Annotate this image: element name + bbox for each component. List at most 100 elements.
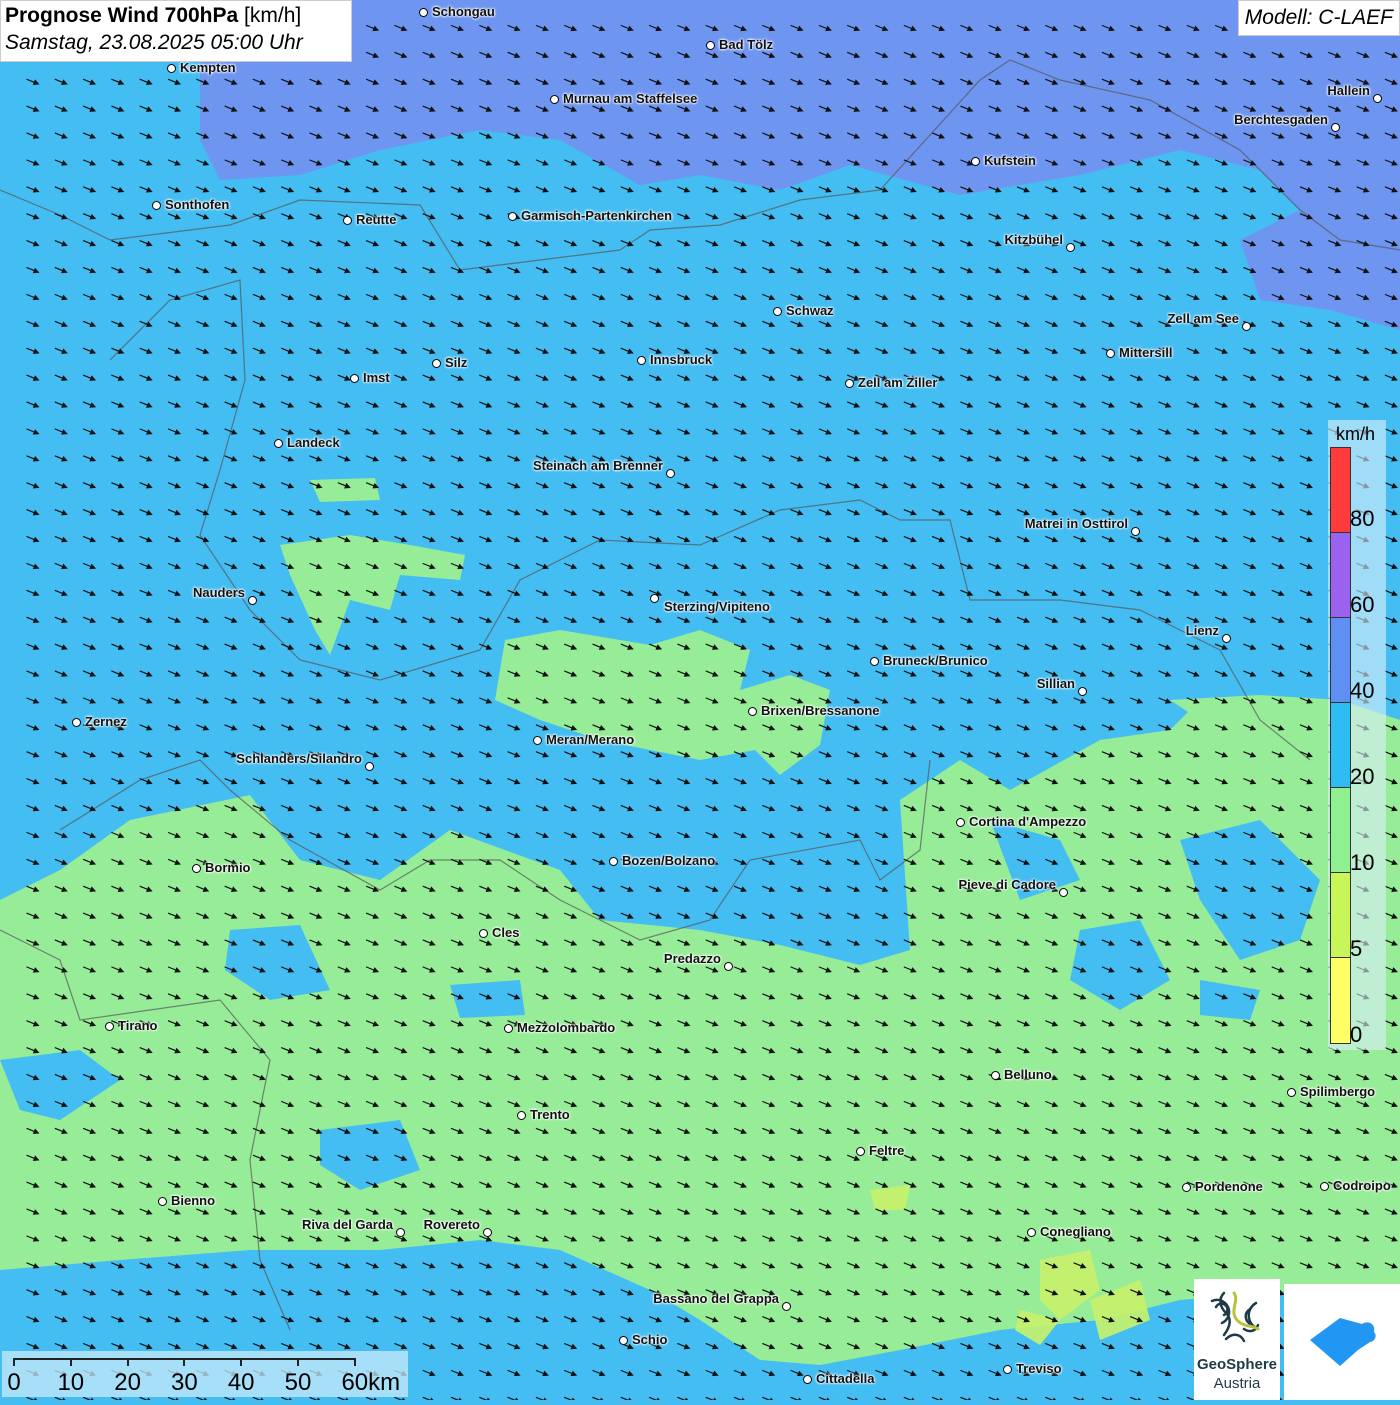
city-label: Pordenone xyxy=(1195,1179,1263,1194)
city-marker xyxy=(803,1375,812,1384)
city-marker xyxy=(1331,123,1340,132)
scale-label: 30 xyxy=(171,1369,198,1397)
city-label: Tirano xyxy=(118,1018,158,1033)
color-legend: km/h 806040201050 xyxy=(1328,420,1386,1050)
scale-tick xyxy=(354,1358,356,1366)
city-label: Schlanders/Silandro xyxy=(236,751,362,766)
title-box: Prognose Wind 700hPa [km/h] Samstag, 23.… xyxy=(0,0,352,62)
city-marker xyxy=(724,962,733,971)
city-marker xyxy=(845,379,854,388)
city-marker xyxy=(1222,634,1231,643)
city-label: Zell am Ziller xyxy=(858,375,937,390)
city-marker xyxy=(105,1022,114,1031)
city-label: Conegliano xyxy=(1040,1224,1111,1239)
geosphere-logo-line1: GeoSphere xyxy=(1194,1356,1280,1373)
city-label: Lienz xyxy=(1186,623,1219,638)
city-label: Sterzing/Vipiteno xyxy=(664,599,770,614)
city-marker xyxy=(619,1336,628,1345)
city-label: Rovereto xyxy=(424,1217,480,1232)
city-label: Mittersill xyxy=(1119,345,1172,360)
city-marker xyxy=(167,64,176,73)
geosphere-logo-line2: Austria xyxy=(1194,1375,1280,1392)
city-label: Sillian xyxy=(1037,676,1075,691)
legend-swatch xyxy=(1331,533,1350,618)
scale-tick xyxy=(70,1358,72,1366)
geosphere-austria-logo[interactable]: GeoSphere Austria xyxy=(1194,1279,1280,1400)
city-marker xyxy=(517,1111,526,1120)
city-label: Cortina d'Ampezzo xyxy=(969,814,1086,829)
city-label: Silz xyxy=(445,355,467,370)
forecast-datetime: Samstag, 23.08.2025 05:00 Uhr xyxy=(5,31,347,55)
city-marker xyxy=(72,718,81,727)
city-label: Hallein xyxy=(1327,83,1370,98)
city-label: Landeck xyxy=(287,435,340,450)
city-marker xyxy=(419,8,428,17)
scale-label: 60km xyxy=(341,1369,400,1397)
city-label: Murnau am Staffelsee xyxy=(563,91,697,106)
legend-label: 80 xyxy=(1350,506,1374,532)
city-label: Kufstein xyxy=(984,153,1036,168)
city-marker xyxy=(637,356,646,365)
city-label: Meran/Merano xyxy=(546,732,634,747)
legend-swatch xyxy=(1331,788,1350,873)
city-label: Bassano del Grappa xyxy=(653,1291,779,1306)
legend-label: 5 xyxy=(1350,936,1362,962)
city-label: Belluno xyxy=(1004,1067,1052,1082)
city-label: Riva del Garda xyxy=(302,1217,393,1232)
city-label: Treviso xyxy=(1016,1361,1062,1376)
legend-swatch xyxy=(1331,618,1350,703)
city-marker xyxy=(504,1024,513,1033)
city-marker xyxy=(1003,1365,1012,1374)
city-label: Kempten xyxy=(180,60,236,75)
city-marker xyxy=(956,818,965,827)
city-label: Reutte xyxy=(356,212,396,227)
city-marker xyxy=(782,1302,791,1311)
city-label: Mezzolombardo xyxy=(517,1020,615,1035)
scale-label: 0 xyxy=(7,1369,20,1397)
city-marker xyxy=(192,864,201,873)
city-label: Bienno xyxy=(171,1193,215,1208)
city-marker xyxy=(274,439,283,448)
city-label: Schwaz xyxy=(786,303,834,318)
city-marker xyxy=(1066,243,1075,252)
city-marker xyxy=(533,736,542,745)
city-marker xyxy=(706,41,715,50)
city-marker xyxy=(365,762,374,771)
scale-label: 10 xyxy=(57,1369,84,1397)
title-text: Prognose Wind 700hPa xyxy=(5,4,238,27)
city-marker xyxy=(432,359,441,368)
city-marker xyxy=(350,374,359,383)
city-marker xyxy=(609,857,618,866)
scale-label: 50 xyxy=(285,1369,312,1397)
legend-swatch xyxy=(1331,958,1350,1043)
city-marker xyxy=(856,1147,865,1156)
legend-label: 0 xyxy=(1350,1022,1362,1048)
scale-label: 40 xyxy=(228,1369,255,1397)
legend-swatch xyxy=(1331,703,1350,788)
title-unit: [km/h] xyxy=(244,4,301,27)
city-marker xyxy=(343,216,352,225)
city-marker xyxy=(773,307,782,316)
cloud-mountain-icon xyxy=(1284,1284,1400,1400)
partner-logo[interactable] xyxy=(1284,1284,1400,1400)
geosphere-icon xyxy=(1194,1279,1280,1359)
city-marker xyxy=(1027,1228,1036,1237)
city-label: Imst xyxy=(363,370,390,385)
city-label: Bozen/Bolzano xyxy=(622,853,715,868)
city-marker xyxy=(1242,322,1251,331)
legend-swatch xyxy=(1331,448,1350,533)
city-marker xyxy=(1059,888,1068,897)
city-marker xyxy=(248,596,257,605)
city-marker xyxy=(158,1197,167,1206)
city-label: Matrei in Osttirol xyxy=(1025,516,1128,531)
city-label: Garmisch-Partenkirchen xyxy=(521,208,672,223)
city-marker xyxy=(508,212,517,221)
city-label: Feltre xyxy=(869,1143,904,1158)
city-label: Bad Tölz xyxy=(719,37,773,52)
scale-label: 20 xyxy=(114,1369,141,1397)
city-label: Zernez xyxy=(85,714,127,729)
scale-tick xyxy=(240,1358,242,1366)
city-label: Codroipo xyxy=(1333,1178,1391,1193)
legend-label: 10 xyxy=(1350,850,1374,876)
city-label: Sonthofen xyxy=(165,197,229,212)
